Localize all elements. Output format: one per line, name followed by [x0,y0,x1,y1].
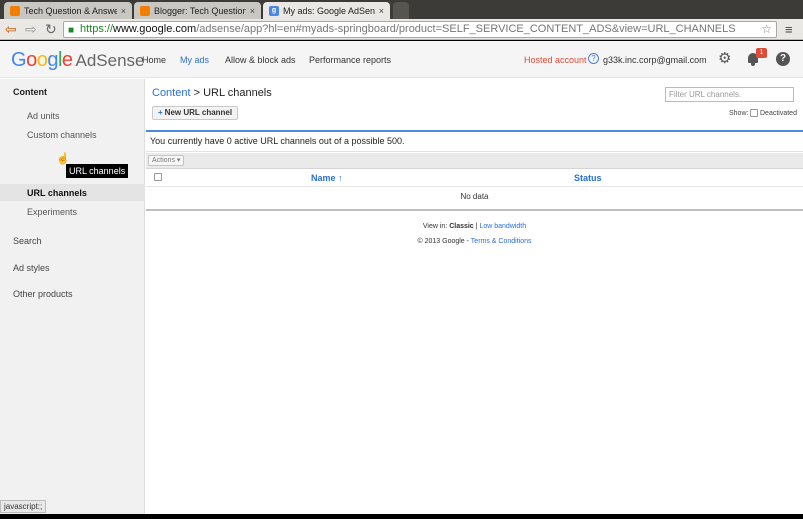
show-label: Show: [729,110,749,117]
tab-title: My ads: Google AdSense [283,5,375,16]
browser-tab-bar: Tech Question & Answer × Blogger: Tech Q… [0,0,803,19]
browser-toolbar: ⇦ ⇨ ↻ ■ https://www.google.com/adsense/ap… [0,19,803,40]
blogger-icon [140,5,150,16]
deactivated-label: Deactivated [760,110,797,117]
logo-letter: o [36,49,48,71]
table-header: Name ↑ Status [146,169,803,187]
star-icon[interactable]: ☆ [761,22,772,37]
view-classic: Classic [449,223,474,230]
tab-adsense[interactable]: g My ads: Google AdSense × [263,2,390,19]
tab-title: Blogger: Tech Question & [154,5,246,16]
filter-input[interactable]: Filter URL channels. [665,87,794,102]
low-bandwidth-link[interactable]: Low bandwidth [479,223,526,230]
breadcrumb-current: > URL channels [190,87,272,99]
select-all-checkbox[interactable] [154,173,162,181]
google-icon: g [269,5,279,16]
deactivated-checkbox[interactable] [750,109,758,117]
copyright-footer: © 2013 Google - Terms & Conditions [146,238,803,245]
sidebar-item-ad-units[interactable]: Ad units [27,111,60,121]
sidebar-item-experiments[interactable]: Experiments [27,207,77,217]
nav-my-ads[interactable]: My ads [180,55,209,65]
help-icon[interactable]: ? [588,53,599,64]
google-adsense-logo[interactable]: Google AdSense [11,49,145,72]
breadcrumb: Content > URL channels [152,87,272,99]
sidebar-item-url-channels[interactable]: URL channels [27,188,87,198]
sidebar-item-other-products[interactable]: Other products [13,289,73,299]
new-url-channel-label: New URL channel [164,108,233,117]
new-tab-button[interactable] [393,2,409,19]
url-path: /adsense/app?hl=en#myads-springboard/pro… [196,23,736,35]
copyright-text: © 2013 Google - [417,238,471,245]
menu-icon[interactable]: ≡ [785,22,793,37]
address-bar[interactable]: ■ https://www.google.com/adsense/app?hl=e… [63,21,777,38]
close-icon[interactable]: × [121,6,126,16]
info-message: You currently have 0 active URL channels… [146,130,803,152]
plus-icon: + [158,108,163,117]
column-name-header[interactable]: Name ↑ [311,173,343,183]
close-icon[interactable]: × [250,6,255,16]
forward-icon[interactable]: ⇨ [25,21,37,37]
back-icon[interactable]: ⇦ [5,21,17,37]
product-name: AdSense [75,51,145,70]
view-in-label: View in: [422,223,450,230]
lock-icon: ■ [68,25,75,36]
gear-icon[interactable]: ⚙ [718,51,731,66]
sidebar: Content Ad units Custom channels URL cha… [0,79,145,514]
terms-link[interactable]: Terms & Conditions [471,238,532,245]
sidebar-item-ad-styles[interactable]: Ad styles [13,263,50,273]
tab-tech-qa[interactable]: Tech Question & Answer × [4,2,132,19]
notification-badge: 1 [756,48,767,58]
view-mode-footer: View in: Classic | Low bandwidth [146,223,803,230]
url-scheme: https:// [80,23,114,35]
logo-letter: e [61,49,73,71]
sidebar-item-content[interactable]: Content [13,87,47,97]
close-icon[interactable]: × [379,6,384,16]
status-bar: javascript:; [0,500,47,513]
actions-bar: Actions ▾ [146,153,803,169]
new-url-channel-button[interactable]: + New URL channel [152,106,239,120]
nav-home[interactable]: Home [142,55,166,65]
logo-letter: G [11,49,27,71]
sidebar-item-custom-channels[interactable]: Custom channels [27,130,97,140]
logo-letter: o [26,49,37,71]
tooltip: URL channels [66,164,129,178]
actions-dropdown[interactable]: Actions ▾ [148,155,185,166]
main-content: Content > URL channels Filter URL channe… [146,79,803,514]
column-status-header[interactable]: Status [574,173,602,183]
adsense-header: Google AdSense Home My ads Allow & block … [0,41,803,78]
page: Google AdSense Home My ads Allow & block … [0,41,803,514]
url-host: www.google.com [113,23,197,35]
tab-blogger[interactable]: Blogger: Tech Question & × [134,2,261,19]
reload-icon[interactable]: ↻ [45,21,57,37]
table-bottom-border [146,209,803,211]
help-circle-icon[interactable]: ? [776,52,790,66]
logo-letter: g [47,49,58,71]
sidebar-item-search[interactable]: Search [13,236,42,246]
blogger-icon [10,5,20,16]
bottom-edge [0,514,803,519]
no-data-row: No data [460,192,489,201]
tab-title: Tech Question & Answer [24,5,117,16]
breadcrumb-content-link[interactable]: Content [152,87,191,99]
nav-performance-reports[interactable]: Performance reports [309,55,391,65]
hosted-account-link[interactable]: Hosted account [524,55,587,65]
account-email[interactable]: g33k.inc.corp@gmail.com [603,55,707,65]
nav-allow-block-ads[interactable]: Allow & block ads [225,55,296,65]
